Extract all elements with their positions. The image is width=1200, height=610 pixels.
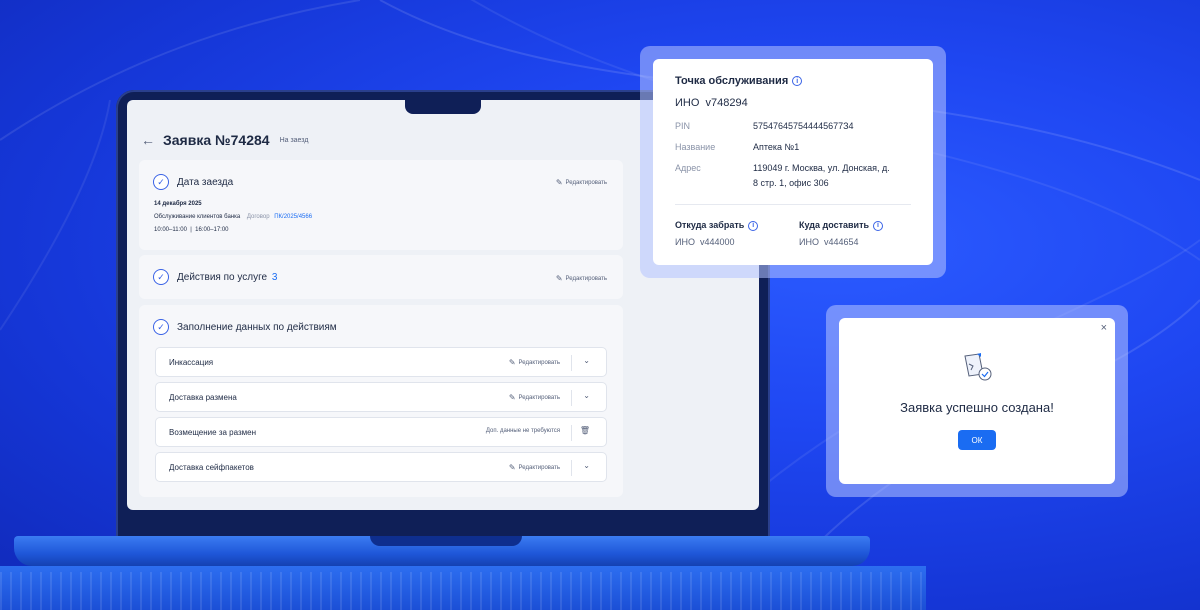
ok-button[interactable]: ОК [958, 430, 996, 450]
address-line-2: 8 стр. 1, офис 306 [753, 178, 829, 188]
pin-value: 575476457544445677З4 [753, 121, 854, 131]
desk-texture [0, 572, 926, 610]
no-data-required-label: Доп. данные не требуются [485, 428, 560, 434]
action-data-card: ✓ Заполнение данных по действиям Инкасса… [139, 305, 623, 497]
card-title: Заполнение данных по действиям [177, 322, 337, 333]
back-arrow-icon[interactable]: ← [141, 132, 163, 148]
name-label: Название [675, 142, 716, 152]
action-row-change-refund[interactable]: Возмещение за размен Доп. данные не треб… [155, 417, 607, 447]
success-message: Заявка успешно создана! [900, 400, 1054, 415]
pencil-icon: ✎ [508, 463, 516, 472]
from-title: Откуда забрать i [675, 220, 759, 231]
document-check-icon [964, 353, 992, 381]
to-title: Куда доставить i [799, 220, 884, 231]
edit-button[interactable]: ✎ Редактировать [509, 463, 560, 472]
edit-button[interactable]: ✎ Редактировать [509, 358, 560, 367]
trash-icon[interactable]: 🗑 [580, 426, 590, 435]
name-value: Аптека №1 [753, 142, 800, 152]
edit-actions-button[interactable]: ✎ Редактировать [556, 274, 607, 283]
check-icon: ✓ [153, 319, 169, 335]
page-title: Заявка №74284 [163, 132, 270, 148]
service-point-card: Точка обслуживания i ИНО v748294 PIN 5754… [653, 59, 933, 265]
pencil-icon: ✎ [555, 178, 563, 187]
action-row-safe-packets[interactable]: Доставка сейфпакетов ✎ Редактировать ⌄ [155, 452, 607, 482]
divider [571, 425, 572, 441]
info-icon[interactable]: i [748, 220, 759, 231]
check-icon: ✓ [153, 174, 169, 190]
chevron-down-icon[interactable]: ⌄ [583, 461, 590, 470]
success-dialog: × Заявка успешно создана! ОК [839, 318, 1115, 484]
divider [571, 355, 572, 371]
from-value: ИНО v444000 [675, 237, 735, 247]
close-icon[interactable]: × [1101, 322, 1107, 334]
address-label: Адрес [675, 163, 701, 173]
divider [571, 390, 572, 406]
service-point-ino: ИНО v748294 [675, 97, 748, 109]
action-row-collection[interactable]: Инкассация ✎ Редактировать ⌄ [155, 347, 607, 377]
check-icon: ✓ [153, 269, 169, 285]
camera-notch [405, 100, 481, 114]
pencil-icon: ✎ [555, 274, 563, 283]
card-title: Действия по услуге 3 [177, 272, 278, 283]
request-type-badge: На заезд [279, 136, 309, 144]
contract-link[interactable]: ПК/2025/4566 [274, 214, 312, 220]
card-title: Дата заезда [177, 177, 234, 188]
edit-button[interactable]: ✎ Редактировать [509, 393, 560, 402]
service-point-title: Точка обслуживания i [675, 75, 803, 87]
chevron-down-icon[interactable]: ⌄ [583, 391, 590, 400]
pin-label: PIN [675, 121, 691, 131]
edit-arrival-button[interactable]: ✎ Редактировать [556, 178, 607, 187]
chevron-down-icon[interactable]: ⌄ [583, 356, 590, 365]
address-line-1: 119049 г. Москва, ул. Донская, д. [753, 163, 890, 173]
action-row-change-delivery[interactable]: Доставка размена ✎ Редактировать ⌄ [155, 382, 607, 412]
info-icon[interactable]: i [792, 76, 803, 87]
arrival-date: 14 декабря 2025 [154, 201, 202, 207]
to-value: ИНО v444654 [799, 237, 859, 247]
laptop-groove [370, 536, 522, 546]
actions-count: 3 [271, 272, 278, 283]
divider [571, 460, 572, 476]
service-line: Обслуживание клиентов банка Договор ПК/2… [154, 214, 313, 220]
divider [675, 204, 911, 205]
pencil-icon: ✎ [508, 358, 516, 367]
pencil-icon: ✎ [508, 393, 516, 402]
arrival-date-card: ✓ Дата заезда ✎ Редактировать 14 декабря… [139, 160, 623, 250]
request-header: ← Заявка №74284 На заезд [141, 132, 308, 148]
service-actions-card: ✓ Действия по услуге 3 ✎ Редактировать [139, 255, 623, 299]
time-slots: 10:00–11:00 | 16:00–17:00 [154, 227, 229, 233]
info-icon[interactable]: i [873, 220, 884, 231]
